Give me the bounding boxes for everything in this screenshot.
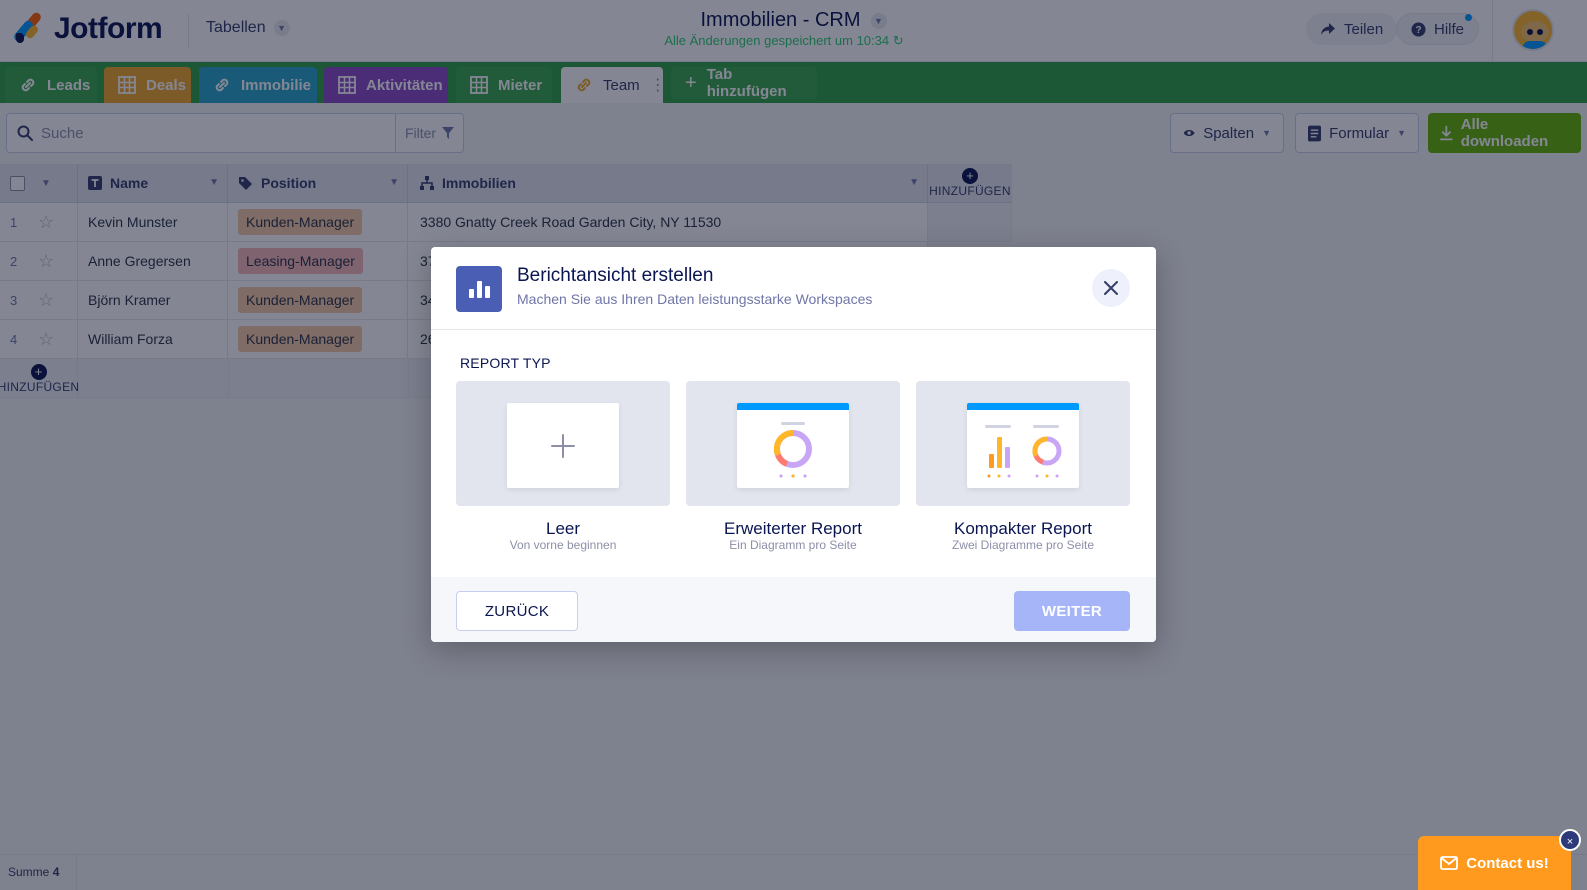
mail-icon [1440,856,1459,870]
plus-icon [551,434,575,458]
close-dialog-button[interactable] [1092,269,1130,307]
compact-preview [967,403,1079,488]
report-option-extended[interactable] [686,381,900,506]
dialog-header: Berichtansicht erstellen Machen Sie aus … [431,247,1156,330]
dialog-title: Berichtansicht erstellen [517,265,714,286]
option-title: Kompakter Report [954,519,1092,538]
extended-preview [737,403,849,488]
close-icon [1104,281,1118,295]
close-icon: × [1566,836,1574,848]
option-title: Erweiterter Report [724,519,862,538]
report-option-blank[interactable] [456,381,670,506]
blank-preview [507,403,619,488]
next-button[interactable]: WEITER [1014,591,1130,631]
contact-label: Contact us! [1466,854,1549,872]
donut-chart-icon [773,422,812,478]
option-subtitle: Von vorne beginnen [509,538,617,552]
option-title: Leer [545,519,581,538]
section-label: REPORT TYP [460,355,551,371]
option-subtitle: Zwei Diagramme pro Seite [951,538,1095,552]
report-dialog: Berichtansicht erstellen Machen Sie aus … [431,247,1156,642]
option-subtitle: Ein Diagramm pro Seite [729,538,857,552]
report-option-compact[interactable] [916,381,1130,506]
bar-and-donut-chart-icon [985,425,1062,478]
contact-close-button[interactable]: × [1559,829,1581,851]
dialog-footer: ZURÜCK WEITER [431,577,1156,642]
contact-us-button[interactable]: Contact us! [1418,836,1571,890]
bar-chart-icon [456,266,502,312]
dialog-subtitle: Machen Sie aus Ihren Daten leistungsstar… [517,291,873,307]
back-button[interactable]: ZURÜCK [456,591,578,631]
